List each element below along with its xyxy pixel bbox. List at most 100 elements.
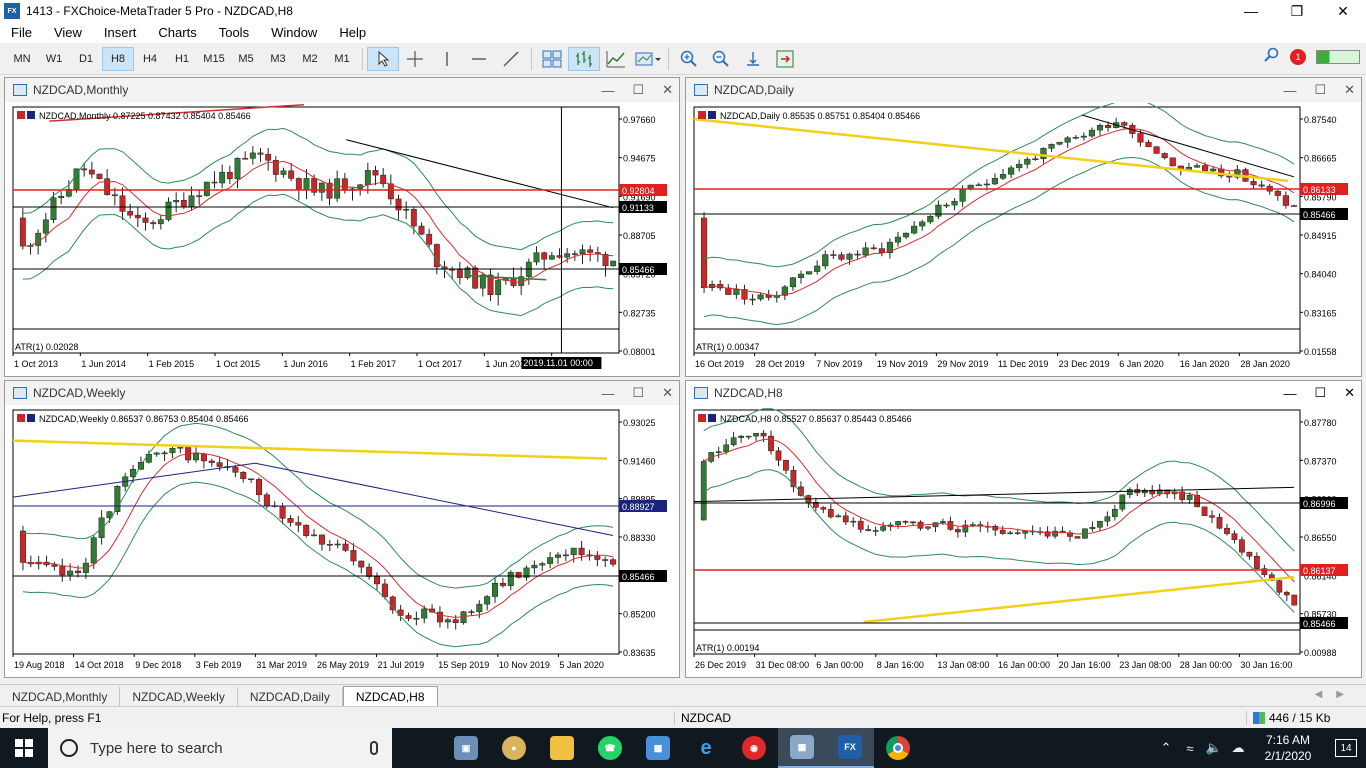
candle-body	[426, 233, 433, 245]
candle-body	[1121, 122, 1128, 126]
menu-view[interactable]: View	[43, 25, 93, 40]
chart-window-icon	[13, 84, 27, 96]
search-icon[interactable]	[1264, 47, 1280, 66]
chart-window-monthly[interactable]: NZDCAD,Monthly — ☐ ✕ 0.97660 0.94675 0.91690…	[4, 77, 680, 377]
chart-window-h8[interactable]: NZDCAD,H8 —☐✕ 0.877800.873700.869600.865…	[685, 380, 1362, 678]
chrome-app-icon[interactable]	[874, 728, 922, 768]
internet-explorer-app-icon[interactable]: e	[682, 728, 730, 768]
maximize-icon[interactable]: ☐	[632, 82, 644, 98]
chevron-up-icon[interactable]: ⌃	[1154, 740, 1178, 756]
paint-app-icon[interactable]: ●	[490, 728, 538, 768]
microphone-icon[interactable]	[370, 741, 378, 755]
tab-nzdcad-weekly[interactable]: NZDCAD,Weekly	[120, 687, 238, 706]
menu-window[interactable]: Window	[260, 25, 328, 40]
action-center-button[interactable]: 14	[1326, 739, 1366, 757]
timeframe-d1[interactable]: D1	[70, 47, 102, 71]
candle-body	[153, 452, 160, 455]
timeframe-m1[interactable]: M1	[326, 47, 358, 71]
folder-app-icon[interactable]	[538, 728, 586, 768]
menu-charts[interactable]: Charts	[147, 25, 207, 40]
status-help-text: For Help, press F1	[2, 710, 102, 725]
mt5-pinned-app-icon[interactable]: ▦	[778, 728, 826, 768]
chart-templates-icon[interactable]	[632, 47, 664, 71]
windows-logo-icon	[15, 739, 33, 757]
menu-insert[interactable]: Insert	[93, 25, 148, 40]
y-axis-tick-label: 0.84040	[1304, 270, 1337, 280]
connection-status-icon[interactable]	[1316, 49, 1360, 64]
tab-scroll-arrows[interactable]: ◀▶	[1315, 689, 1358, 700]
candle-body	[318, 534, 325, 545]
timeframe-m15[interactable]: M15	[198, 47, 230, 71]
candle-body	[1254, 556, 1260, 569]
close-button[interactable]: ✕	[1320, 0, 1366, 22]
minimize-icon[interactable]: —	[1283, 83, 1296, 98]
tile-windows-icon[interactable]	[536, 47, 568, 71]
maximize-icon[interactable]: ☐	[1314, 82, 1326, 98]
plot-frame	[693, 106, 1301, 354]
horizontal-line-icon[interactable]	[463, 47, 495, 71]
menu-file[interactable]: File	[0, 25, 43, 40]
volume-icon[interactable]: 🔈	[1202, 740, 1226, 756]
chart-canvas-h8[interactable]: 0.877800.873700.869600.865500.861400.857…	[692, 406, 1356, 672]
line-chart-icon[interactable]	[600, 47, 632, 71]
price-tag-label: 0.88927	[622, 502, 655, 512]
header-icon	[27, 414, 35, 422]
taskbar-clock[interactable]: 7:16 AM 2/1/2020	[1250, 732, 1326, 764]
candle-body	[265, 154, 272, 161]
restore-button[interactable]: ❐	[1274, 0, 1320, 22]
candle-body	[1022, 530, 1029, 534]
crosshair-icon[interactable]	[399, 47, 431, 71]
minimize-button[interactable]: —	[1228, 0, 1274, 22]
timeframe-h4[interactable]: H4	[134, 47, 166, 71]
zoom-out-icon[interactable]	[705, 47, 737, 71]
cursor-icon[interactable]	[367, 46, 399, 71]
chart-window-weekly[interactable]: NZDCAD,Weekly — ☐ ✕ 0.93025 0.91460 0.89895 0…	[4, 380, 680, 678]
close-icon[interactable]: ✕	[662, 385, 673, 401]
chart-shift-icon[interactable]	[737, 47, 769, 71]
taskbar-search-box[interactable]: Type here to search	[48, 728, 392, 768]
timeframe-h1[interactable]: H1	[166, 47, 198, 71]
fxchoice-app-icon[interactable]: FX	[826, 728, 874, 768]
chart-canvas-monthly[interactable]: 0.976600.946750.916900.887050.857200.827…	[11, 103, 675, 371]
zoom-in-icon[interactable]	[673, 47, 705, 71]
menu-tools[interactable]: Tools	[208, 25, 260, 40]
tab-nzdcad-h8[interactable]: NZDCAD,H8	[342, 686, 438, 706]
onedrive-icon[interactable]: ☁	[1226, 740, 1250, 756]
candle-body	[1290, 205, 1298, 207]
timeframe-m5[interactable]: M5	[230, 47, 262, 71]
close-icon[interactable]: ✕	[662, 82, 673, 98]
timeframe-m2[interactable]: M2	[294, 47, 326, 71]
menu-help[interactable]: Help	[328, 25, 377, 40]
chart-header-text: NZDCAD,H8 0.85527 0.85637 0.85443 0.8546…	[720, 414, 912, 424]
minimize-icon[interactable]: —	[1283, 386, 1296, 401]
maximize-icon[interactable]: ☐	[632, 385, 644, 401]
tab-nzdcad-daily[interactable]: NZDCAD,Daily	[238, 687, 343, 706]
screen-recorder-app-icon[interactable]: ◉	[730, 728, 778, 768]
minimize-icon[interactable]: —	[601, 83, 614, 98]
minimize-icon[interactable]: —	[601, 386, 614, 401]
chart-canvas-daily[interactable]: 0.875400.866650.857900.849150.840400.831…	[692, 103, 1356, 371]
autoscroll-icon[interactable]	[769, 47, 801, 71]
x-axis-tick-label: 8 Jan 16:00	[877, 660, 924, 670]
close-icon[interactable]: ✕	[1344, 385, 1355, 401]
maximize-icon[interactable]: ☐	[1314, 385, 1326, 401]
timeframe-m3[interactable]: M3	[262, 47, 294, 71]
candle-body	[219, 171, 226, 184]
start-button[interactable]	[0, 728, 48, 768]
timeframe-mn[interactable]: MN	[6, 47, 38, 71]
timeframe-w1[interactable]: W1	[38, 47, 70, 71]
file-explorer-app-icon[interactable]: ▣	[442, 728, 490, 768]
vertical-line-icon[interactable]	[431, 47, 463, 71]
tab-nzdcad-monthly[interactable]: NZDCAD,Monthly	[0, 687, 121, 706]
trendline-icon[interactable]	[495, 47, 527, 71]
chart-window-daily[interactable]: NZDCAD,Daily — ☐ ✕ 0.87540 0.86665 0.85790 0.…	[685, 77, 1362, 377]
remote-desktop-app-icon[interactable]: ▩	[634, 728, 682, 768]
whatsapp-app-icon[interactable]: ☎	[586, 728, 634, 768]
timeframe-h8[interactable]: H8	[102, 46, 134, 71]
close-icon[interactable]: ✕	[1344, 82, 1355, 98]
notification-badge[interactable]: 1	[1290, 48, 1306, 65]
wifi-icon[interactable]: ≈	[1178, 741, 1202, 756]
bar-chart-icon[interactable]	[568, 46, 600, 71]
chart-canvas-weekly[interactable]: 0.930250.914600.898950.883300.867650.852…	[11, 406, 675, 672]
candle-body	[753, 432, 759, 437]
